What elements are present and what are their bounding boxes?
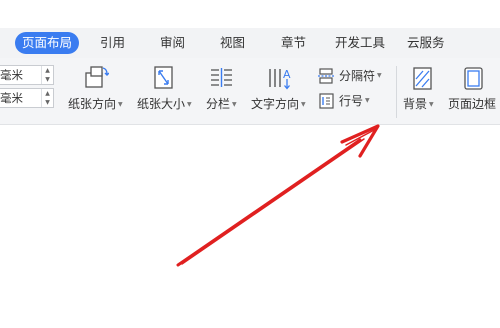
margin-bottom-stepper[interactable]: ▲ ▼ <box>41 89 53 107</box>
line-number-button[interactable]: 行号 ▼ <box>318 92 370 109</box>
dropdown-caret-icon: ▼ <box>118 101 123 108</box>
ribbon-tab-bar: 页面布局 引用 审阅 视图 章节 开发工具 云服务 <box>0 28 500 58</box>
margin-top-unit: 毫米 <box>0 68 23 82</box>
caret-up-icon[interactable]: ▲ <box>43 89 52 98</box>
tab-sections[interactable]: 章节 <box>281 28 306 58</box>
page-border-button[interactable]: 页面边框 <box>448 95 496 112</box>
tab-review[interactable]: 审阅 <box>160 28 185 58</box>
separator-button[interactable]: 分隔符 ▼ <box>318 67 382 84</box>
columns-button[interactable]: 分栏 ▼ <box>206 95 237 112</box>
columns-icon[interactable] <box>209 66 235 90</box>
paper-size-icon[interactable] <box>153 65 175 91</box>
tab-page-layout[interactable]: 页面布局 <box>15 32 80 54</box>
background-label: 背景 <box>403 97 428 111</box>
page-orientation-label: 纸张方向 <box>68 97 117 111</box>
dropdown-caret-icon: ▼ <box>232 101 237 108</box>
caret-down-icon[interactable]: ▼ <box>43 75 52 84</box>
tab-view[interactable]: 视图 <box>220 28 245 58</box>
dropdown-caret-icon: ▼ <box>187 101 192 108</box>
text-direction-label: 文字方向 <box>251 97 300 111</box>
background-icon[interactable] <box>412 66 434 92</box>
dropdown-caret-icon: ▼ <box>377 72 382 79</box>
tab-developer-tools[interactable]: 开发工具 <box>335 28 385 58</box>
margin-top-input[interactable]: 毫米 ▲ ▼ <box>0 65 54 85</box>
page-setup-launcher-icon[interactable] <box>380 116 387 131</box>
page-orientation-icon[interactable] <box>83 64 110 90</box>
page-border-icon[interactable] <box>463 66 485 92</box>
ribbon-toolbar: 毫米 ▲ ▼ 毫米 ▲ ▼ 纸张方向 ▼ 纸张大小 ▼ 分栏 ▼ A 文字方向 … <box>0 58 500 125</box>
dropdown-caret-icon: ▼ <box>301 101 306 108</box>
caret-up-icon[interactable]: ▲ <box>43 66 52 75</box>
columns-label: 分栏 <box>206 97 231 111</box>
paper-size-label: 纸张大小 <box>137 97 186 111</box>
page-orientation-button[interactable]: 纸张方向 ▼ <box>68 95 123 112</box>
margin-bottom-unit: 毫米 <box>0 91 23 105</box>
line-number-icon <box>318 92 336 109</box>
tab-references[interactable]: 引用 <box>100 28 125 58</box>
background-button[interactable]: 背景 ▼ <box>403 95 434 112</box>
separator-label: 分隔符 <box>339 69 376 83</box>
paper-size-button[interactable]: 纸张大小 ▼ <box>137 95 192 112</box>
page-border-label: 页面边框 <box>448 97 497 111</box>
caret-down-icon[interactable]: ▼ <box>43 98 52 107</box>
line-number-label: 行号 <box>339 94 364 108</box>
dropdown-caret-icon: ▼ <box>429 101 434 108</box>
margin-top-stepper[interactable]: ▲ ▼ <box>41 66 53 84</box>
text-direction-button[interactable]: 文字方向 ▼ <box>251 95 306 112</box>
group-divider <box>396 66 397 118</box>
document-canvas[interactable] <box>0 125 500 328</box>
text-direction-icon[interactable]: A <box>266 64 294 92</box>
page-break-icon <box>318 67 336 84</box>
tab-cloud-services[interactable]: 云服务 <box>407 28 445 58</box>
margin-bottom-input[interactable]: 毫米 ▲ ▼ <box>0 88 54 108</box>
dropdown-caret-icon: ▼ <box>365 97 370 104</box>
